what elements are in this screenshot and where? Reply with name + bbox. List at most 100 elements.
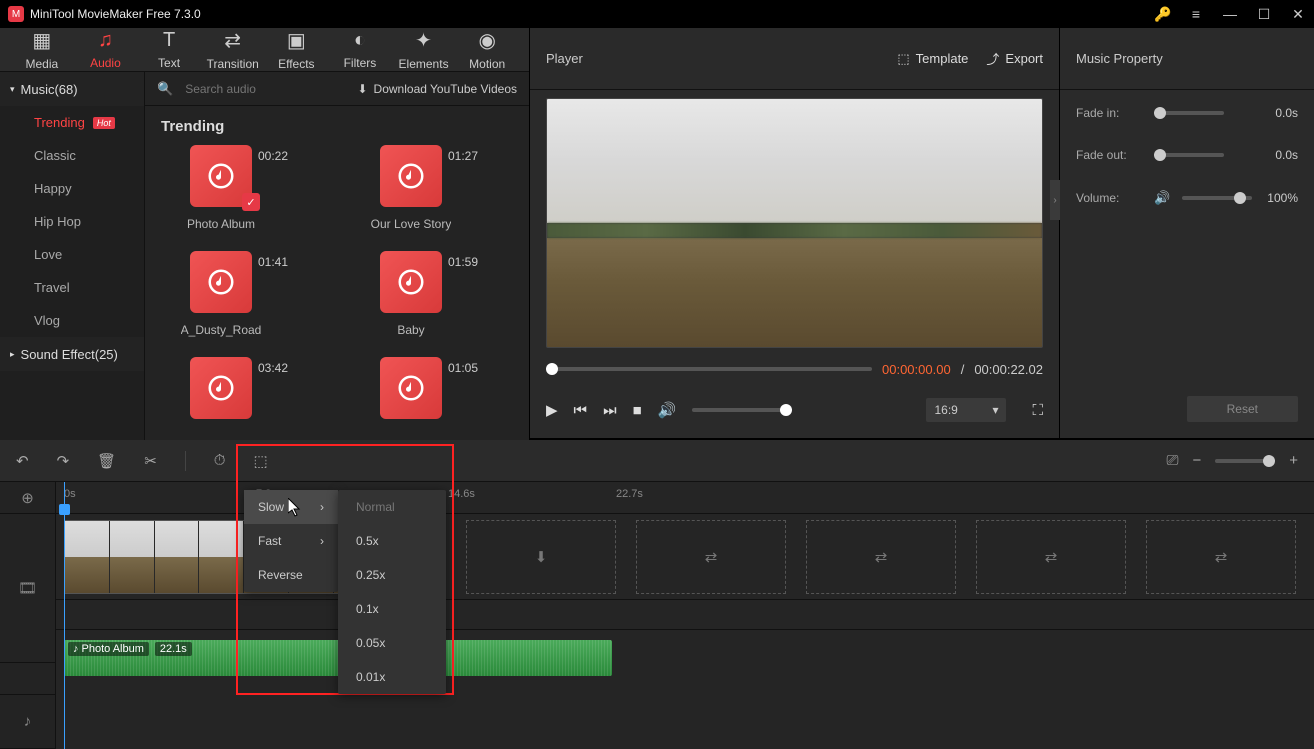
drop-slot[interactable]: ⇄ bbox=[976, 520, 1126, 594]
tab-elements[interactable]: ✦Elements bbox=[392, 28, 456, 71]
fullscreen-button[interactable]: ⛶ bbox=[1032, 402, 1043, 419]
speed-fast-item[interactable]: Fast› bbox=[244, 524, 338, 558]
cat-hiphop[interactable]: Hip Hop bbox=[0, 205, 144, 238]
fade-in-value: 0.0s bbox=[1275, 106, 1298, 120]
delete-button[interactable]: 🗑 bbox=[97, 452, 116, 470]
zoom-out-button[interactable]: − bbox=[1192, 452, 1201, 469]
audio-duration: 01:59 bbox=[448, 255, 478, 269]
audio-thumb[interactable]: 01:59 bbox=[380, 251, 442, 313]
speed-slow-item[interactable]: Slow› bbox=[244, 490, 338, 524]
undo-button[interactable]: ↶ bbox=[16, 452, 29, 470]
audio-card[interactable]: 01:59Baby bbox=[351, 251, 471, 337]
cat-travel[interactable]: Travel bbox=[0, 271, 144, 304]
speed-0-25x[interactable]: 0.25x bbox=[338, 558, 446, 592]
add-track-button[interactable]: ⊕ bbox=[0, 482, 55, 514]
menu-icon[interactable]: ≡ bbox=[1188, 6, 1204, 22]
audio-card[interactable]: 01:41 A_Dusty_Road bbox=[161, 251, 281, 337]
drop-slot[interactable]: ⇄ bbox=[1146, 520, 1296, 594]
volume-icon[interactable]: 🔊 bbox=[658, 401, 677, 419]
redo-button[interactable]: ↷ bbox=[57, 452, 70, 470]
playhead[interactable] bbox=[64, 482, 65, 749]
check-icon: ✓ bbox=[242, 193, 260, 211]
zoom-slider[interactable] bbox=[1215, 459, 1275, 463]
speed-normal[interactable]: Normal bbox=[338, 490, 446, 524]
search-input[interactable] bbox=[185, 82, 345, 96]
tab-media[interactable]: ▦Media bbox=[10, 28, 74, 71]
audio-card[interactable]: 00:22✓Photo Album bbox=[161, 145, 281, 231]
template-button[interactable]: ⬚Template bbox=[897, 51, 968, 67]
close-icon[interactable]: ✕ bbox=[1290, 6, 1306, 23]
speed-0-01x[interactable]: 0.01x bbox=[338, 660, 446, 694]
sound-effect-header[interactable]: ▸Sound Effect(25) bbox=[0, 337, 144, 371]
audio-duration: 03:42 bbox=[258, 361, 288, 375]
audio-duration: 01:27 bbox=[448, 149, 478, 163]
drop-slot[interactable]: ⬇ bbox=[466, 520, 616, 594]
crop-button[interactable]: ⬚ bbox=[253, 452, 267, 470]
next-frame-button[interactable]: ⏭ bbox=[603, 402, 617, 419]
audio-name: A_Dusty_Road bbox=[181, 323, 262, 337]
tab-filters[interactable]: ◐Filters bbox=[328, 29, 392, 70]
speed-0-05x[interactable]: 0.05x bbox=[338, 626, 446, 660]
audio-card[interactable]: 01:27 Our Love Story bbox=[351, 145, 471, 231]
audio-card[interactable]: 01:05 bbox=[351, 357, 471, 429]
prev-frame-button[interactable]: ⏮ bbox=[574, 402, 588, 419]
panel-expand-toggle[interactable]: › bbox=[1050, 180, 1060, 220]
audio-categories: ▾Music(68) TrendingHot Classic Happy Hip… bbox=[0, 72, 145, 441]
tab-transition[interactable]: ⇄Transition bbox=[201, 28, 265, 71]
speed-submenu: Normal 0.5x 0.25x 0.1x 0.05x 0.01x bbox=[338, 490, 446, 694]
audio-track-icon[interactable]: ♪ bbox=[0, 695, 55, 749]
music-header[interactable]: ▾Music(68) bbox=[0, 72, 144, 106]
prop-volume-slider[interactable] bbox=[1182, 196, 1252, 200]
zoom-in-button[interactable]: + bbox=[1289, 452, 1298, 469]
speed-reverse-item[interactable]: Reverse bbox=[244, 558, 338, 592]
export-icon: ⤴ bbox=[986, 49, 999, 68]
audio-duration: 01:05 bbox=[448, 361, 478, 375]
tab-text[interactable]: TText bbox=[137, 29, 201, 70]
app-icon: M bbox=[8, 6, 24, 22]
cat-classic[interactable]: Classic bbox=[0, 139, 144, 172]
aspect-select[interactable]: 16:9▾ bbox=[926, 398, 1006, 422]
speed-0-5x[interactable]: 0.5x bbox=[338, 524, 446, 558]
volume-slider[interactable] bbox=[692, 408, 792, 412]
reset-button[interactable]: Reset bbox=[1187, 396, 1298, 422]
cat-happy[interactable]: Happy bbox=[0, 172, 144, 205]
audio-name: Our Love Story bbox=[371, 217, 452, 231]
export-button[interactable]: ⤴Export bbox=[986, 49, 1043, 68]
chevron-right-icon: › bbox=[320, 534, 324, 548]
cat-vlog[interactable]: Vlog bbox=[0, 304, 144, 337]
tab-effects[interactable]: ▣Effects bbox=[265, 28, 329, 71]
audio-track[interactable]: ♪Photo Album 22.1s bbox=[56, 630, 1314, 684]
volume-label: Volume: bbox=[1076, 191, 1142, 205]
cat-love[interactable]: Love bbox=[0, 238, 144, 271]
audio-thumb[interactable]: 00:22✓ bbox=[190, 145, 252, 207]
audio-thumb[interactable]: 01:27 bbox=[380, 145, 442, 207]
tab-motion[interactable]: ◉Motion bbox=[455, 28, 519, 71]
stop-button[interactable]: ■ bbox=[633, 402, 642, 419]
gallery-title: Trending bbox=[161, 118, 513, 135]
drop-slot[interactable]: ⇄ bbox=[806, 520, 956, 594]
download-icon: ⬇ bbox=[357, 82, 367, 96]
speed-0-1x[interactable]: 0.1x bbox=[338, 592, 446, 626]
fade-in-slider[interactable] bbox=[1154, 111, 1224, 115]
play-button[interactable]: ▶ bbox=[546, 401, 558, 419]
minimize-icon[interactable]: — bbox=[1222, 6, 1238, 22]
scrub-bar[interactable] bbox=[546, 367, 872, 371]
fade-out-value: 0.0s bbox=[1275, 148, 1298, 162]
magnetic-button[interactable]: ⎚ bbox=[1166, 452, 1178, 469]
drop-slot[interactable]: ⇄ bbox=[636, 520, 786, 594]
timecode-current: 00:00:00.00 bbox=[882, 362, 951, 377]
tab-audio[interactable]: ♫Audio bbox=[74, 29, 138, 70]
cut-button[interactable]: ✂ bbox=[144, 452, 157, 470]
download-youtube-link[interactable]: ⬇Download YouTube Videos bbox=[357, 82, 517, 96]
video-track-icon[interactable]: 🎞 bbox=[0, 514, 55, 663]
audio-thumb[interactable]: 01:05 bbox=[380, 357, 442, 419]
cat-trending[interactable]: TrendingHot bbox=[0, 106, 144, 139]
maximize-icon[interactable]: ☐ bbox=[1256, 6, 1272, 23]
key-icon[interactable]: 🔑 bbox=[1154, 6, 1170, 23]
audio-thumb[interactable]: 01:41 bbox=[190, 251, 252, 313]
speed-button[interactable]: ⏱ bbox=[214, 452, 226, 469]
audio-card[interactable]: 03:42 bbox=[161, 357, 281, 429]
chevron-down-icon: ▾ bbox=[992, 403, 998, 417]
fade-out-slider[interactable] bbox=[1154, 153, 1224, 157]
audio-thumb[interactable]: 03:42 bbox=[190, 357, 252, 419]
